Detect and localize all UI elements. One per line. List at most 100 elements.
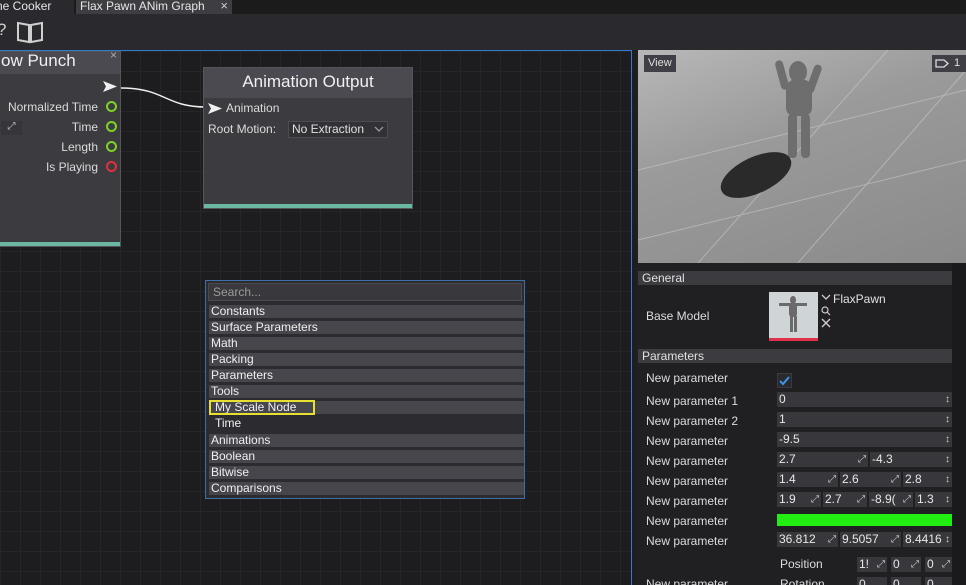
vector2-x-field[interactable]: 2.7 ⤢ [777, 452, 868, 467]
chevron-down-icon [374, 126, 384, 132]
root-motion-label: Root Motion: [208, 122, 277, 136]
vector-value: 0 [893, 557, 900, 571]
category-item[interactable]: Boolean [209, 450, 524, 463]
vector-value: 1.4 [779, 472, 796, 486]
clear-icon[interactable] [821, 318, 831, 328]
search-result-item[interactable]: Time [209, 417, 524, 430]
category-item[interactable]: Packing [209, 353, 524, 366]
preview-viewport[interactable]: View 1 [638, 50, 966, 263]
chevron-down-icon[interactable] [821, 294, 831, 302]
tab-cooker-label: ne Cooker [0, 0, 52, 13]
root-motion-dropdown[interactable]: No Extraction [288, 121, 388, 138]
param-label: New parameter [646, 371, 729, 385]
rotation-y-field[interactable]: 0 [891, 577, 921, 585]
vector4-z-field[interactable]: -8.9(⤢ [869, 492, 913, 507]
vector3-x-field[interactable]: 1.4 ⤢ [777, 472, 838, 487]
param-label: New parameter [646, 514, 729, 528]
rotation-y-field[interactable]: 9.5057 ⤢ [840, 532, 901, 547]
position-x-field[interactable]: 1! ⤢ [857, 557, 887, 572]
vector-value: 0 [859, 577, 866, 585]
position-y-field[interactable]: 0 ⤢ [891, 557, 921, 572]
vector-value: 1.9 [779, 492, 796, 506]
root-motion-value: No Extraction [292, 122, 365, 136]
vector4-w-field[interactable]: 1.3 ↕ [915, 492, 952, 507]
book-icon[interactable] [16, 20, 44, 44]
param-label: New parameter [646, 494, 729, 508]
animation-input-label: Animation [226, 101, 280, 115]
rotation-z-field[interactable]: 0 [925, 577, 952, 585]
tab-bar: ne Cooker Flax Pawn ANim Graph × [0, 0, 966, 14]
category-item[interactable]: Surface Parameters [209, 321, 524, 334]
param-label: New parameter 2 [646, 414, 739, 428]
category-item[interactable]: Animations [209, 434, 524, 447]
vector-value: 2.6 [842, 472, 859, 486]
vector-value: 9.5057 [842, 532, 879, 546]
category-item[interactable]: Parameters [209, 369, 524, 382]
vector-value: 2.7 [825, 492, 842, 506]
model-preview-image [779, 296, 807, 332]
vector-value: 1! [859, 557, 870, 571]
search-icon[interactable] [821, 306, 831, 316]
parameters-section-header[interactable]: Parameters [638, 349, 952, 363]
vector-value: -8.9( [871, 492, 896, 506]
category-item[interactable]: Math [209, 337, 524, 350]
vector-value: 2.7 [779, 452, 796, 466]
selection-highlight [209, 400, 315, 415]
vector-value: 8.4416 [905, 532, 942, 546]
vector-value: 36.812 [779, 532, 816, 546]
int-value: 0 [779, 392, 786, 406]
int-field[interactable]: 0 ↕ [777, 392, 952, 407]
bool-checkbox[interactable] [777, 373, 792, 388]
properties-panel: View 1 General Base Model FlaxPawn Param… [636, 50, 966, 585]
tab-cooker[interactable]: ne Cooker [0, 0, 74, 14]
vector2-y-field[interactable]: -4.3 ↕ [870, 452, 952, 467]
general-section-header[interactable]: General [638, 271, 952, 285]
vector3-y-field[interactable]: 2.6 ⤢ [840, 472, 901, 487]
toolbar: ? [0, 14, 966, 50]
tab-close-icon[interactable]: × [220, 0, 228, 12]
category-item[interactable]: Bitwise [209, 466, 524, 479]
rotation-x-field[interactable]: 0 [857, 577, 887, 585]
camera-speed-button[interactable]: 1 [932, 55, 966, 72]
node-title: Animation Output [204, 68, 412, 98]
viewport-scene [638, 50, 966, 263]
param-label: New parameter [646, 577, 729, 585]
vector4-y-field[interactable]: 2.7 ⤢ [823, 492, 867, 507]
tab-anim-graph-label: Flax Pawn ANim Graph [80, 0, 205, 13]
vector4-x-field[interactable]: 1.9 ⤢ [777, 492, 821, 507]
camera-speed-value: 1 [954, 57, 961, 69]
rotation-x-field[interactable]: 36.812 ⤢ [777, 532, 838, 547]
tab-anim-graph[interactable]: Flax Pawn ANim Graph × [76, 0, 232, 14]
vector-value: 2.8 [905, 472, 922, 486]
category-item[interactable]: Tools [209, 385, 524, 398]
param-label: New parameter [646, 534, 729, 548]
vector-value: 1.3 [917, 492, 934, 506]
vector3-z-field[interactable]: 2.8 ↕ [903, 472, 952, 487]
node-footer [204, 204, 412, 208]
param-label: New parameter [646, 434, 729, 448]
node-search-popup: Search... Constants Surface Parameters M… [205, 280, 525, 499]
graph-canvas[interactable]: ow Punch × Normalized Time Time Length I… [0, 50, 632, 585]
float-field[interactable]: -9.5 ↕ [777, 432, 952, 447]
rotation-label: Rotation [780, 577, 825, 585]
base-model-thumbnail[interactable] [769, 292, 818, 341]
view-menu-button[interactable]: View [644, 55, 676, 72]
toolbar-cut-icon[interactable]: ? [0, 20, 6, 40]
animation-output-node[interactable]: Animation Output Animation Root Motion: … [203, 67, 413, 209]
scrollbar-track[interactable] [952, 263, 966, 585]
category-item[interactable]: Constants [209, 305, 524, 318]
float-field[interactable]: 1 ↕ [777, 412, 952, 427]
base-model-name: FlaxPawn [833, 292, 886, 306]
float-value: -9.5 [779, 432, 800, 446]
color-picker-field[interactable] [777, 514, 952, 526]
vector-value: -4.3 [872, 452, 893, 466]
category-item[interactable]: Comparisons [209, 482, 524, 495]
rotation-z-field[interactable]: 8.4416 ↕ [903, 532, 952, 547]
search-input[interactable]: Search... [208, 283, 522, 301]
camera-icon [935, 59, 949, 68]
input-exec-pin-icon[interactable] [208, 103, 222, 114]
param-label: New parameter [646, 474, 729, 488]
position-z-field[interactable]: 0 ⤢ [925, 557, 952, 572]
editor-window: ne Cooker Flax Pawn ANim Graph × ? ow Pu… [0, 0, 966, 585]
vector-value: 0 [893, 577, 900, 585]
